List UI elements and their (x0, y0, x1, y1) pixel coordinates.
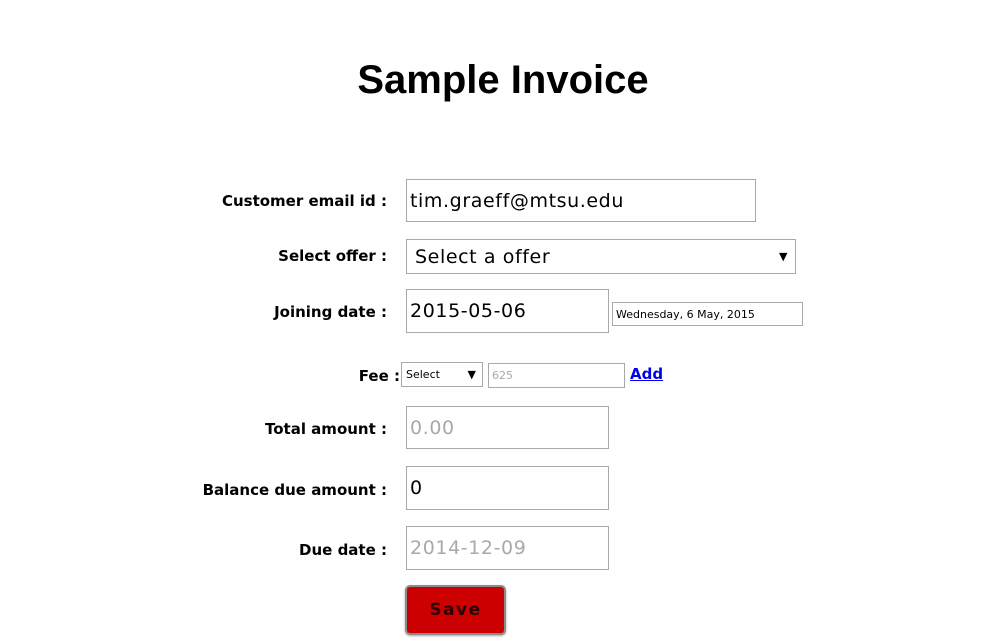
balance-due-input[interactable]: 0 (406, 466, 609, 510)
total-amount-label: Total amount : (264, 420, 387, 438)
fee-select[interactable]: Select ▼ (401, 362, 483, 387)
joining-date-display: Wednesday, 6 May, 2015 (616, 307, 755, 321)
balance-due-label: Balance due amount : (202, 481, 387, 499)
total-amount-input[interactable]: 0.00 (406, 406, 609, 449)
fee-amount-placeholder: 625 (492, 369, 513, 382)
joining-date-input[interactable]: 2015-05-06 (406, 289, 609, 333)
due-date-input[interactable]: 2014-12-09 (406, 526, 609, 570)
page-title: Sample Invoice (357, 58, 649, 102)
due-date-label: Due date : (299, 541, 387, 559)
chevron-down-icon: ▼ (778, 250, 788, 263)
due-date-placeholder: 2014-12-09 (410, 537, 527, 559)
customer-email-value: tim.graeff@mtsu.edu (410, 189, 624, 212)
fee-select-value: Select (406, 368, 440, 381)
joining-date-value: 2015-05-06 (410, 300, 527, 322)
add-fee-link[interactable]: Add (630, 365, 663, 383)
total-amount-placeholder: 0.00 (410, 416, 455, 439)
joining-date-label: Joining date : (274, 303, 387, 321)
balance-due-value: 0 (410, 477, 423, 499)
offer-select[interactable]: Select a offer ▼ (406, 239, 796, 274)
fee-label: Fee : (358, 367, 400, 385)
chevron-down-icon: ▼ (467, 368, 476, 381)
select-offer-label: Select offer : (278, 247, 387, 265)
fee-amount-input[interactable]: 625 (488, 363, 625, 388)
save-button[interactable]: Save (405, 585, 506, 635)
joining-date-display-field: Wednesday, 6 May, 2015 (612, 302, 803, 326)
offer-selected-value: Select a offer (415, 245, 551, 268)
customer-email-label: Customer email id : (221, 192, 387, 210)
customer-email-input[interactable]: tim.graeff@mtsu.edu (406, 179, 756, 222)
